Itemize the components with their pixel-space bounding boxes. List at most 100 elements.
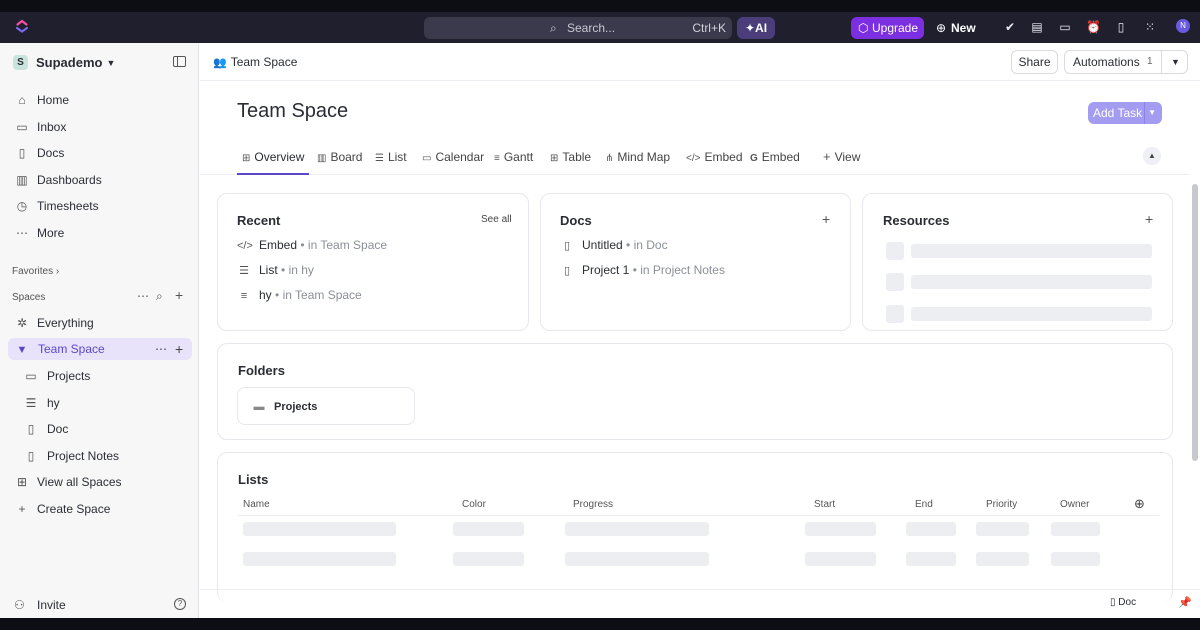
- add-task-button[interactable]: Add Task ▼: [1088, 102, 1162, 124]
- breadcrumb-label: Team Space: [230, 55, 298, 69]
- chevron-down-icon[interactable]: ▼: [1171, 51, 1180, 73]
- chevron-up-icon[interactable]: ▲: [1143, 147, 1161, 165]
- automations-button[interactable]: Automations 1 ▼: [1064, 50, 1188, 74]
- invite-button[interactable]: ⚇ Invite: [14, 598, 66, 612]
- header-divider: [200, 80, 1200, 81]
- sidebar-item-projects[interactable]: ▭ Projects: [24, 367, 90, 385]
- share-button[interactable]: Share: [1011, 50, 1058, 74]
- apps-grid-icon[interactable]: ⁙: [1143, 20, 1157, 34]
- grid-icon: ⊞: [16, 475, 28, 489]
- loading-placeholder: [453, 522, 524, 536]
- add-column-icon[interactable]: ⊕: [1134, 496, 1145, 512]
- loading-placeholder: [886, 273, 904, 291]
- column-header-color[interactable]: Color: [462, 499, 486, 510]
- footer-doc-label: Doc: [1118, 597, 1137, 608]
- tab-add-view[interactable]: + View: [823, 149, 860, 165]
- doc-icon: ▯: [27, 449, 35, 463]
- ai-button[interactable]: ✦AI: [737, 17, 775, 39]
- tab-table[interactable]: ⊞ Table: [550, 149, 591, 165]
- space-more-icon[interactable]: ⋯: [155, 338, 167, 360]
- item-location: in Team Space: [282, 288, 362, 302]
- column-header-priority[interactable]: Priority: [986, 499, 1017, 510]
- workspace-name: Supademo: [36, 55, 103, 71]
- column-header-start[interactable]: Start: [814, 499, 835, 510]
- sidebar-item-hy[interactable]: ☰ hy: [24, 394, 60, 412]
- tab-gantt[interactable]: ≡ Gantt: [494, 149, 533, 165]
- sidebar-item-team-space[interactable]: ▼ Team Space ⋯ +: [8, 338, 192, 360]
- tab-board[interactable]: ▥ Board: [317, 149, 362, 165]
- document-icon[interactable]: ▯: [1114, 20, 1128, 34]
- calendar-icon: ▭: [422, 153, 432, 164]
- sidebar-item-view-all-spaces[interactable]: ⊞ View all Spaces: [14, 473, 122, 491]
- tab-embed[interactable]: </> Embed: [686, 149, 743, 165]
- alarm-icon[interactable]: ⏰: [1086, 20, 1101, 34]
- workspace-switcher[interactable]: S Supademo ▼: [13, 54, 115, 71]
- recent-item[interactable]: </> Embed • in Team Space: [237, 238, 387, 252]
- tab-list[interactable]: ☰ List: [375, 149, 407, 165]
- google-icon: G: [750, 153, 758, 164]
- upgrade-button[interactable]: ⬡ Upgrade: [851, 17, 924, 39]
- tab-mind-map[interactable]: ⋔ Mind Map: [605, 149, 670, 165]
- loading-placeholder: [906, 522, 956, 536]
- add-doc-icon[interactable]: +: [822, 211, 830, 227]
- space-add-icon[interactable]: +: [175, 338, 183, 360]
- recent-item[interactable]: ☰ List • in hy: [237, 263, 314, 277]
- sidebar-item-everything[interactable]: ✲ Everything: [14, 314, 94, 332]
- column-header-name[interactable]: Name: [243, 499, 270, 510]
- sidebar-item-dashboards[interactable]: ▥ Dashboards: [14, 171, 101, 189]
- active-tab-indicator: [237, 173, 309, 175]
- code-icon: </>: [237, 240, 253, 252]
- search-bar[interactable]: ⌕ Search... Ctrl+K: [424, 17, 732, 39]
- sidebar-toggle-icon[interactable]: [173, 56, 186, 67]
- code-icon: </>: [686, 153, 701, 164]
- sidebar-item-create-space[interactable]: + Create Space: [14, 500, 110, 518]
- breadcrumb[interactable]: 👥 Team Space: [213, 55, 297, 69]
- avatar[interactable]: N: [1176, 19, 1190, 33]
- spaces-label: Spaces: [12, 292, 46, 303]
- column-header-progress[interactable]: Progress: [573, 499, 613, 510]
- vertical-scrollbar[interactable]: [1192, 184, 1198, 461]
- sidebar-item-docs[interactable]: ▯ Docs: [14, 144, 65, 162]
- footer-doc-button[interactable]: ▯ Doc: [1110, 597, 1136, 608]
- list-icon: ☰: [25, 396, 37, 410]
- spaces-add-icon[interactable]: +: [175, 287, 183, 303]
- doc-item[interactable]: ▯ Untitled • in Doc: [560, 238, 668, 252]
- loading-placeholder: [911, 307, 1152, 321]
- spaces-search-icon[interactable]: ⌕: [156, 289, 163, 304]
- spaces-more-icon[interactable]: ⋯: [137, 289, 149, 303]
- pin-icon[interactable]: 📌: [1178, 596, 1192, 609]
- divider: [1161, 51, 1162, 73]
- column-header-end[interactable]: End: [915, 499, 933, 510]
- tab-label: Board: [330, 150, 363, 164]
- sidebar-item-home[interactable]: ⌂ Home: [14, 91, 69, 109]
- plus-icon: +: [823, 149, 831, 164]
- tab-label: Embed: [761, 150, 800, 164]
- help-icon[interactable]: ?: [174, 598, 186, 610]
- check-circle-icon[interactable]: ✔: [1003, 20, 1017, 34]
- notepad-icon[interactable]: ▤: [1030, 20, 1044, 34]
- search-shortcut: Ctrl+K: [692, 21, 726, 35]
- see-all-link[interactable]: See all: [481, 214, 512, 225]
- new-button[interactable]: ⊕ New: [936, 17, 976, 39]
- sidebar-item-timesheets[interactable]: ◷ Timesheets: [14, 197, 99, 215]
- recent-title: Recent: [237, 213, 281, 228]
- favorites-section[interactable]: Favorites ›: [12, 266, 59, 277]
- upgrade-label: Upgrade: [872, 21, 919, 35]
- sidebar-item-project-notes[interactable]: ▯ Project Notes: [24, 447, 119, 465]
- doc-icon: ▯: [563, 240, 571, 252]
- column-header-owner[interactable]: Owner: [1060, 499, 1089, 510]
- sidebar-item-inbox[interactable]: ▭ Inbox: [14, 118, 66, 136]
- recent-item[interactable]: ≡ hy • in Team Space: [237, 288, 362, 302]
- chevron-down-icon[interactable]: ▼: [1148, 102, 1156, 124]
- sidebar-item-doc[interactable]: ▯ Doc: [24, 420, 69, 438]
- doc-item[interactable]: ▯ Project 1 • in Project Notes: [560, 263, 725, 277]
- clickup-logo-icon[interactable]: [14, 18, 30, 34]
- team-icon: 👥: [213, 57, 227, 69]
- tab-overview[interactable]: ⊞ Overview: [242, 149, 304, 165]
- sidebar-item-more[interactable]: ⋯ More: [14, 224, 64, 242]
- video-icon[interactable]: ▭: [1058, 20, 1072, 34]
- tab-calendar[interactable]: ▭ Calendar: [422, 149, 484, 165]
- add-resource-icon[interactable]: +: [1145, 211, 1153, 227]
- tab-embed-google[interactable]: G Embed: [750, 149, 800, 165]
- docs-title: Docs: [560, 213, 592, 228]
